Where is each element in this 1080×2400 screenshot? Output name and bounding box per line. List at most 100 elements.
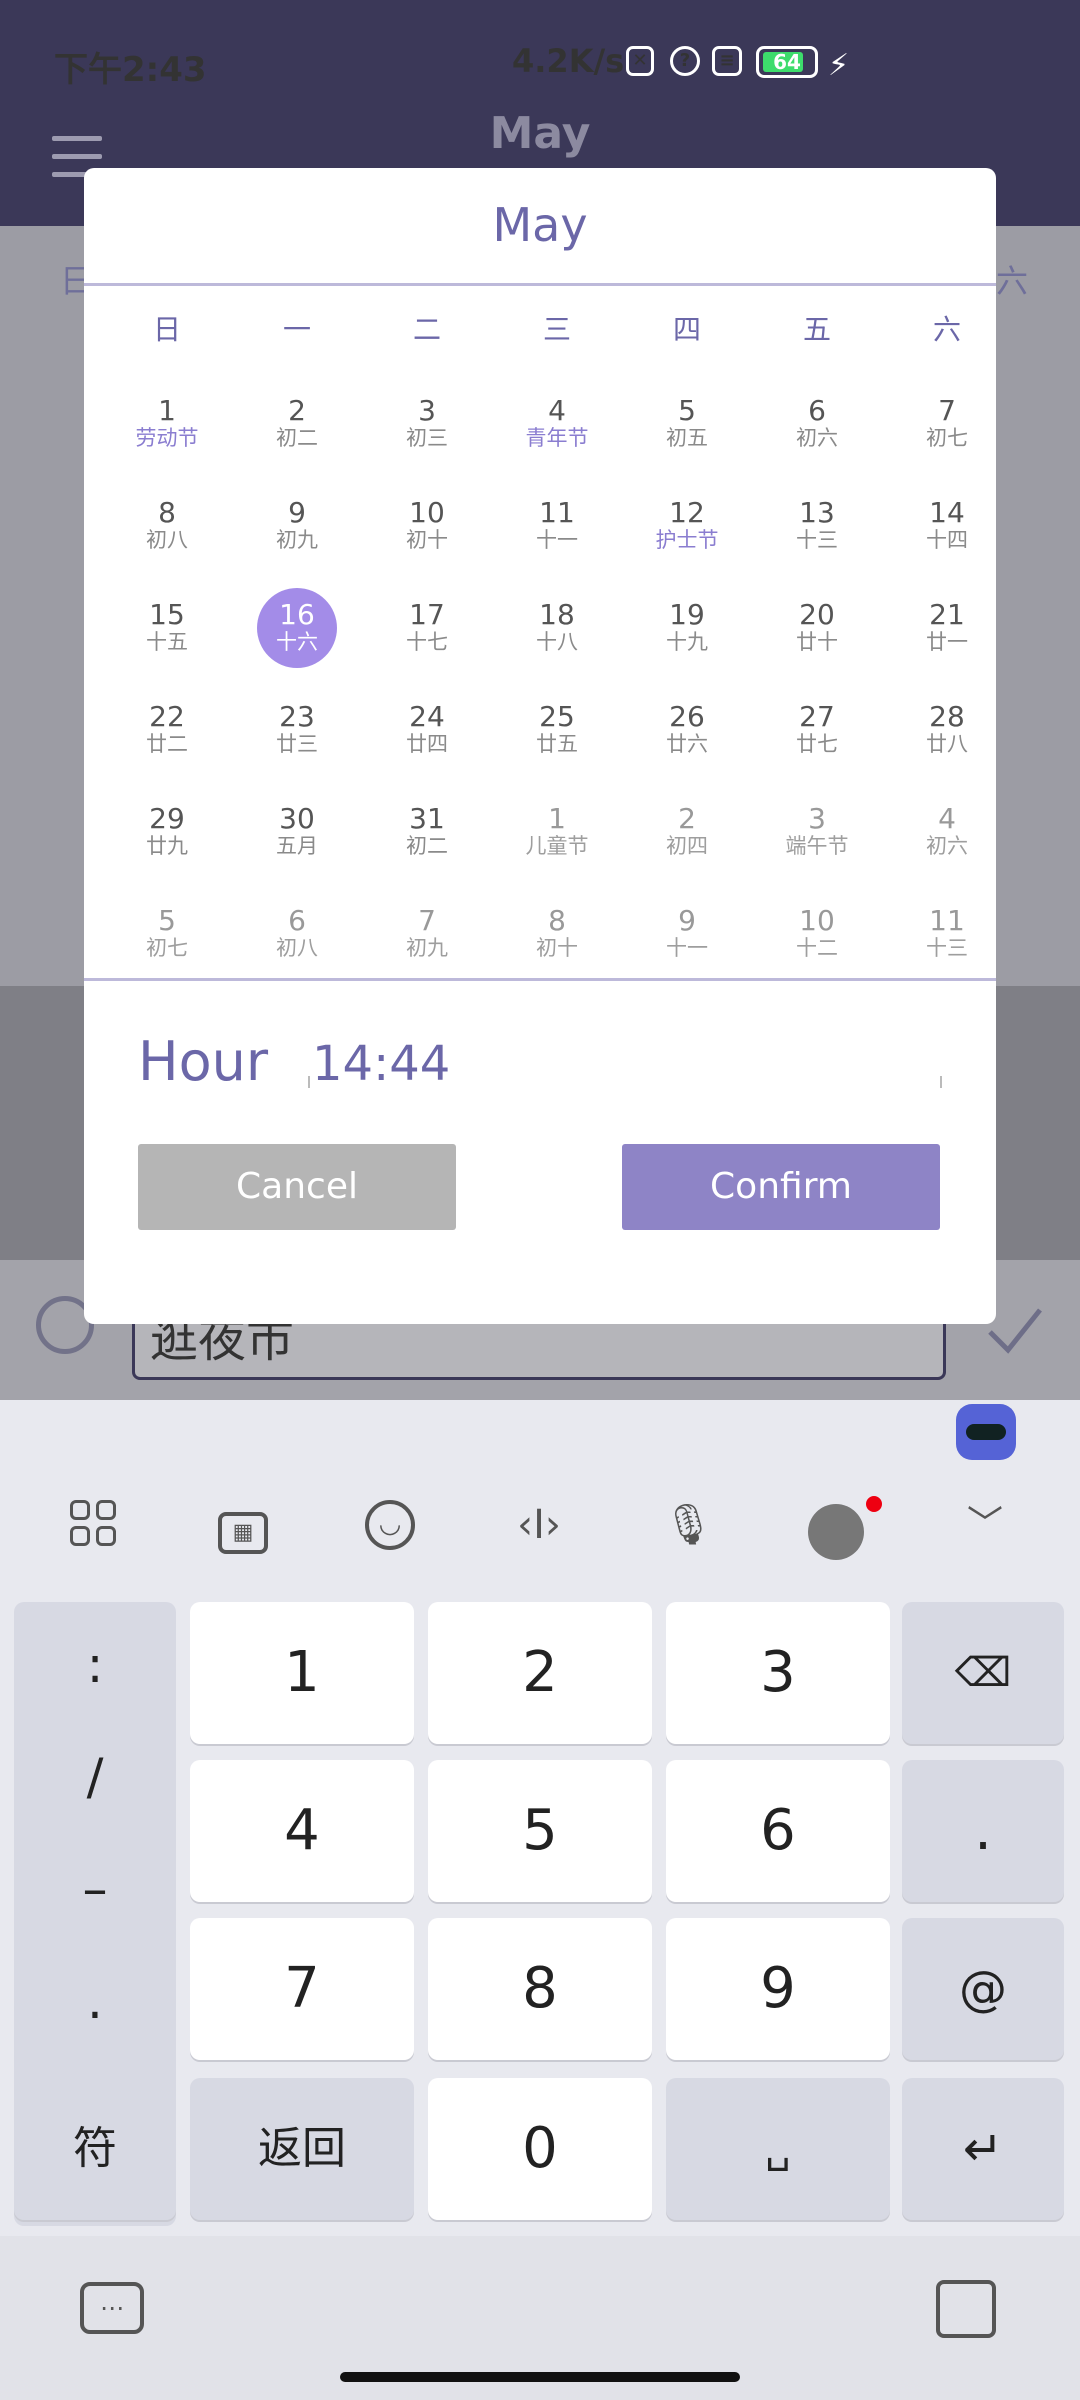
day-cell[interactable]: 21 廿一: [882, 600, 1012, 700]
symbol-dash-key[interactable]: –: [14, 1860, 176, 1918]
day-cell[interactable]: 12 护士节: [622, 498, 752, 598]
keyboard-assistant-icon[interactable]: [956, 1404, 1016, 1460]
day-cell[interactable]: 3 端午节: [752, 804, 882, 904]
symbols-key[interactable]: 符: [14, 2078, 176, 2220]
zero-key[interactable]: 0: [428, 2078, 652, 2220]
day-cell[interactable]: 23 廿三: [232, 702, 362, 802]
lunar-label: 十三: [796, 528, 838, 552]
status-time: 下午2:43: [54, 50, 207, 90]
day-number: 21: [929, 598, 965, 631]
day-cell[interactable]: 18 十八: [492, 600, 622, 700]
day-cell[interactable]: 26 廿六: [622, 702, 752, 802]
lunar-label: 廿四: [406, 732, 448, 756]
day-cell[interactable]: 9 十一: [622, 906, 752, 1006]
microphone-icon[interactable]: 🎙: [663, 1500, 714, 1550]
dialog-month-title: May: [492, 198, 588, 252]
day-cell[interactable]: 13 十三: [752, 498, 882, 598]
chevron-down-icon[interactable]: ﹀: [960, 1500, 1010, 1550]
day-cell[interactable]: 4 青年节: [492, 396, 622, 496]
day-cell[interactable]: 1 儿童节: [492, 804, 622, 904]
digit-key-5[interactable]: 5: [428, 1760, 652, 1902]
day-cell[interactable]: 17 十七: [362, 600, 492, 700]
enter-key[interactable]: ↵: [902, 2078, 1064, 2220]
day-cell[interactable]: 8 初十: [492, 906, 622, 1006]
cancel-button[interactable]: Cancel: [138, 1144, 456, 1230]
clipboard-icon[interactable]: [936, 2280, 996, 2338]
day-cell[interactable]: 29 廿九: [102, 804, 232, 904]
digit-key-7[interactable]: 7: [190, 1918, 414, 2060]
day-number: 19: [669, 598, 705, 631]
day-cell[interactable]: 5 初七: [102, 906, 232, 1006]
cursor-move-icon[interactable]: ‹I›: [514, 1500, 564, 1550]
backspace-key[interactable]: ⌫: [902, 1602, 1064, 1744]
emoji-icon[interactable]: ◡: [365, 1500, 415, 1550]
lunar-label: 儿童节: [525, 834, 589, 858]
ai-avatar-icon[interactable]: [808, 1504, 864, 1560]
confirm-button[interactable]: Confirm: [622, 1144, 940, 1230]
day-number: 7: [418, 904, 436, 937]
keyboard-switch-icon[interactable]: ▦: [218, 1512, 268, 1554]
keyboard-icon[interactable]: ⋯: [80, 2282, 144, 2334]
day-cell[interactable]: 11 十三: [882, 906, 1012, 1006]
day-cell[interactable]: 30 五月: [232, 804, 362, 904]
symbol-dot-key[interactable]: .: [14, 1972, 176, 2030]
day-cell[interactable]: 2 初四: [622, 804, 752, 904]
day-cell[interactable]: 3 初三: [362, 396, 492, 496]
day-cell[interactable]: 31 初二: [362, 804, 492, 904]
day-number: 16: [279, 598, 315, 631]
day-cell[interactable]: 7 初七: [882, 396, 1012, 496]
lunar-label: 初二: [406, 834, 448, 858]
lunar-label: 劳动节: [135, 426, 199, 450]
day-number: 31: [409, 802, 445, 835]
at-key[interactable]: @: [902, 1918, 1064, 2060]
day-cell[interactable]: 14 十四: [882, 498, 1012, 598]
day-cell[interactable]: 22 廿二: [102, 702, 232, 802]
day-cell[interactable]: 6 初六: [752, 396, 882, 496]
day-number: 9: [288, 496, 306, 529]
day-cell[interactable]: 24 廿四: [362, 702, 492, 802]
dot-key[interactable]: .: [902, 1760, 1064, 1902]
day-cell[interactable]: 28 廿八: [882, 702, 1012, 802]
day-cell[interactable]: 4 初六: [882, 804, 1012, 904]
digit-key-6[interactable]: 6: [666, 1760, 890, 1902]
day-cell[interactable]: 6 初八: [232, 906, 362, 1006]
day-cell[interactable]: 27 廿七: [752, 702, 882, 802]
day-number: 3: [418, 394, 436, 427]
symbol-colon-key[interactable]: :: [14, 1636, 176, 1694]
space-key[interactable]: ␣: [666, 2078, 890, 2220]
lunar-label: 初二: [276, 426, 318, 450]
day-cell[interactable]: 25 廿五: [492, 702, 622, 802]
symbol-slash-key[interactable]: /: [14, 1748, 176, 1806]
day-cell[interactable]: 7 初九: [362, 906, 492, 1006]
lunar-label: 端午节: [785, 834, 849, 858]
day-cell[interactable]: 10 十二: [752, 906, 882, 1006]
selected-day-cell[interactable]: 16 十六: [232, 588, 362, 700]
day-number: 29: [149, 802, 185, 835]
digit-key-3[interactable]: 3: [666, 1602, 890, 1744]
back-key[interactable]: 返回: [190, 2078, 414, 2220]
page-title: May: [489, 108, 591, 159]
day-cell[interactable]: 19 十九: [622, 600, 752, 700]
lunar-label: 初十: [406, 528, 448, 552]
day-cell[interactable]: 10 初十: [362, 498, 492, 598]
day-cell[interactable]: 11 十一: [492, 498, 622, 598]
lunar-label: 十八: [536, 630, 578, 654]
digit-key-4[interactable]: 4: [190, 1760, 414, 1902]
day-cell[interactable]: 20 廿十: [752, 600, 882, 700]
digit-key-2[interactable]: 2: [428, 1602, 652, 1744]
hour-input[interactable]: 14:44: [312, 1036, 450, 1092]
day-number: 18: [539, 598, 575, 631]
day-cell[interactable]: 9 初九: [232, 498, 362, 598]
apps-grid-icon[interactable]: [70, 1500, 120, 1550]
digit-key-8[interactable]: 8: [428, 1918, 652, 2060]
day-cell[interactable]: 15 十五: [102, 600, 232, 700]
lunar-label: 十一: [666, 936, 708, 960]
day-cell[interactable]: 5 初五: [622, 396, 752, 496]
digit-key-1[interactable]: 1: [190, 1602, 414, 1744]
day-cell[interactable]: 8 初八: [102, 498, 232, 598]
day-cell[interactable]: 2 初二: [232, 396, 362, 496]
lunar-label: 廿一: [926, 630, 968, 654]
home-indicator[interactable]: [340, 2372, 740, 2382]
day-cell[interactable]: 1 劳动节: [102, 396, 232, 496]
digit-key-9[interactable]: 9: [666, 1918, 890, 2060]
